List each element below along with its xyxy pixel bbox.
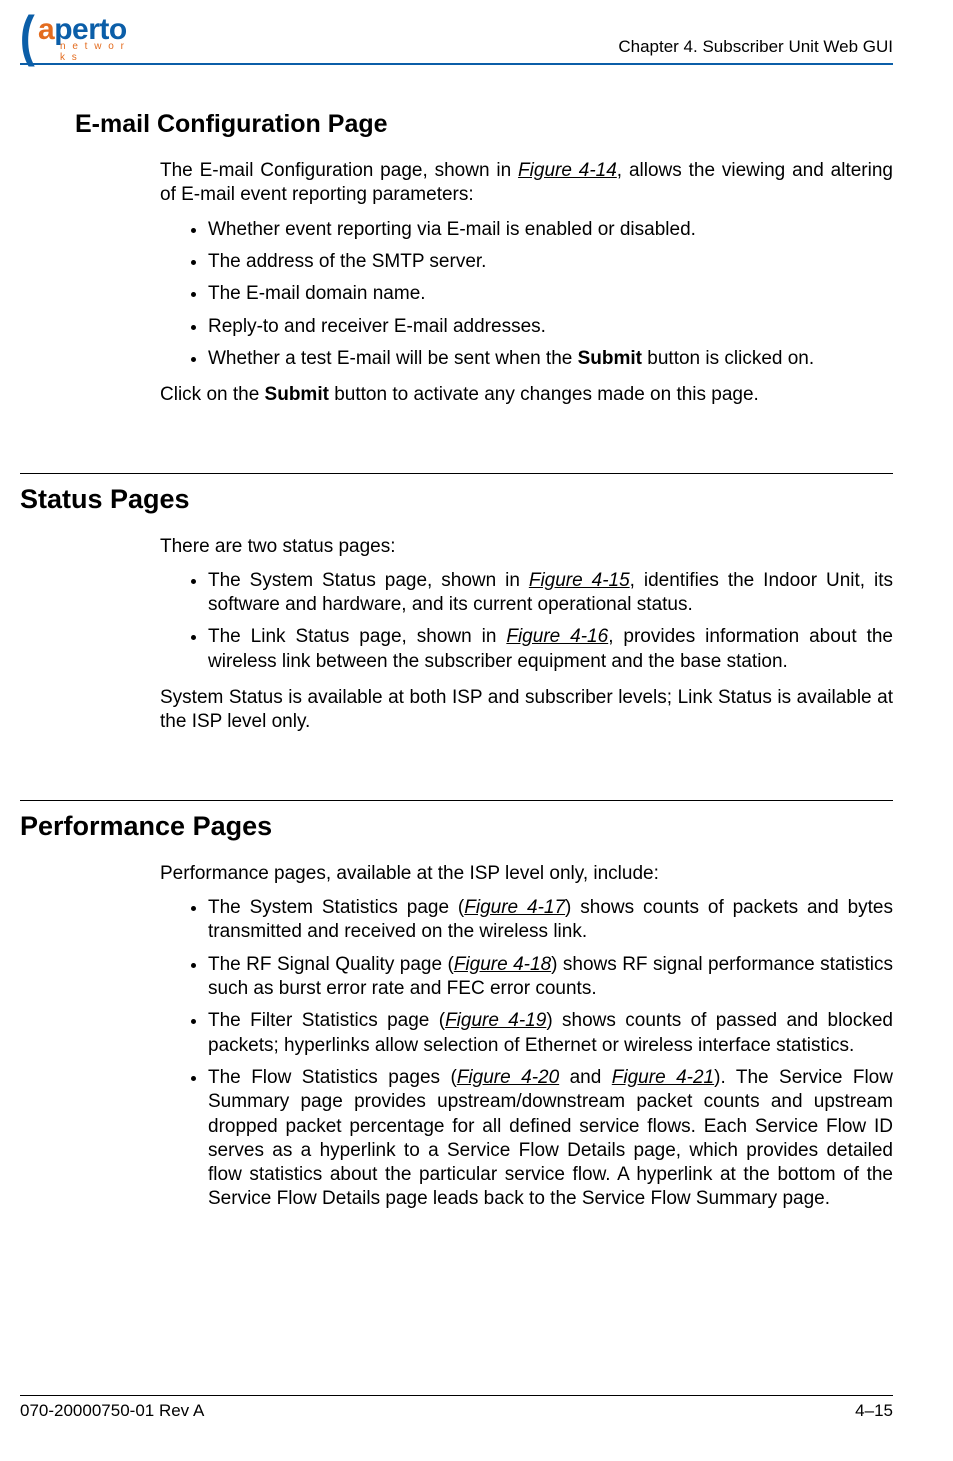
section-rule: [20, 800, 893, 801]
list-item: Whether event reporting via E-mail is en…: [208, 218, 893, 242]
status-bullet-list: The System Status page, shown in Figure …: [160, 569, 893, 674]
figure-ref-4-14[interactable]: Figure 4-14: [518, 160, 617, 181]
figure-ref-4-21[interactable]: Figure 4-21: [612, 1067, 714, 1088]
section-perf-body: Performance pages, available at the ISP …: [160, 862, 893, 1224]
chapter-label: Chapter 4. Subscriber Unit Web GUI: [618, 37, 893, 57]
figure-ref-4-15[interactable]: Figure 4-15: [529, 570, 630, 591]
figure-ref-4-17[interactable]: Figure 4-17: [464, 897, 565, 918]
heading-status-pages: Status Pages: [20, 484, 893, 515]
figure-ref-4-20[interactable]: Figure 4-20: [457, 1067, 559, 1088]
list-item: The Flow Statistics pages (Figure 4-20 a…: [208, 1066, 893, 1212]
header-rule: [20, 63, 893, 65]
list-item: The address of the SMTP server.: [208, 250, 893, 274]
list-item: Reply-to and receiver E-mail addresses.: [208, 315, 893, 339]
figure-ref-4-16[interactable]: Figure 4-16: [506, 626, 608, 647]
email-outro: Click on the Submit button to activate a…: [160, 383, 893, 407]
figure-ref-4-18[interactable]: Figure 4-18: [454, 954, 551, 975]
perf-intro: Performance pages, available at the ISP …: [160, 862, 893, 886]
aperto-logo: ( aperto n e t w o r k s: [20, 15, 132, 57]
section-email-body: The E-mail Configuration page, shown in …: [160, 159, 893, 418]
page-number: 4–15: [855, 1401, 893, 1421]
list-item: Whether a test E-mail will be sent when …: [208, 347, 893, 371]
heading-email-config: E-mail Configuration Page: [75, 110, 893, 139]
email-bullet-list: Whether event reporting via E-mail is en…: [160, 218, 893, 372]
list-item: The E-mail domain name.: [208, 282, 893, 306]
doc-number: 070-20000750-01 Rev A: [20, 1401, 204, 1421]
list-item: The System Statistics page (Figure 4-17)…: [208, 896, 893, 945]
heading-performance-pages: Performance Pages: [20, 811, 893, 842]
page-header: ( aperto n e t w o r k s Chapter 4. Subs…: [20, 15, 893, 57]
list-item: The System Status page, shown in Figure …: [208, 569, 893, 618]
page-footer: 070-20000750-01 Rev A 4–15: [20, 1395, 893, 1421]
section-rule: [20, 473, 893, 474]
email-intro: The E-mail Configuration page, shown in …: [160, 159, 893, 208]
list-item: The Filter Statistics page (Figure 4-19)…: [208, 1009, 893, 1058]
status-outro: System Status is available at both ISP a…: [160, 686, 893, 735]
perf-bullet-list: The System Statistics page (Figure 4-17)…: [160, 896, 893, 1212]
list-item: The Link Status page, shown in Figure 4-…: [208, 625, 893, 674]
figure-ref-4-19[interactable]: Figure 4-19: [445, 1010, 546, 1031]
list-item: The RF Signal Quality page (Figure 4-18)…: [208, 953, 893, 1002]
status-intro: There are two status pages:: [160, 535, 893, 559]
section-status-body: There are two status pages: The System S…: [160, 535, 893, 745]
